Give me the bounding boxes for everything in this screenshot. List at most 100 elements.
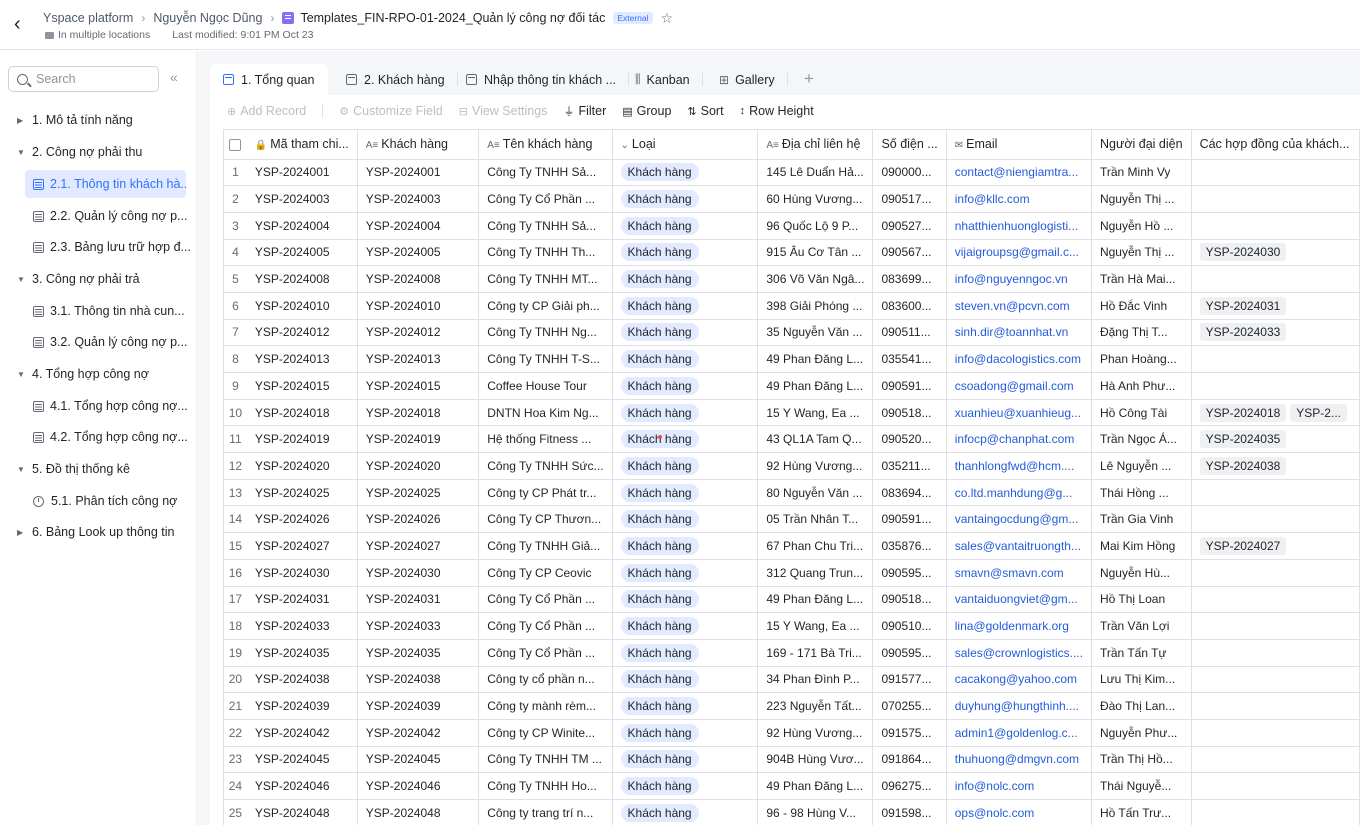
table-row[interactable]: 24 YSP-2024046 YSP-2024046 Công Ty TNHH Ho.… [224, 772, 1360, 800]
cell-ma-tham-chieu[interactable]: YSP-2024003 [246, 185, 358, 213]
row-number[interactable]: 6 [224, 292, 247, 320]
cell-khach-hang[interactable]: YSP-2024027 [357, 532, 480, 560]
cell-ten-khach-hang[interactable]: Công Ty TNHH Sả... [478, 212, 613, 240]
cell-loai[interactable]: Khách hàng [612, 532, 759, 560]
cell-khach-hang[interactable]: YSP-2024030 [357, 559, 480, 587]
cell-loai[interactable]: Khách hàng [612, 586, 759, 614]
cell-email[interactable]: csoadong@gmail.com [946, 372, 1092, 400]
table-row[interactable]: 14 YSP-2024026 YSP-2024026 Công Ty CP Thươn… [224, 505, 1360, 534]
cell-dia-chi[interactable]: 312 Quang Trun... [757, 559, 874, 587]
cell-nguoi-dai-dien[interactable]: Trần Minh Vy [1091, 159, 1192, 187]
row-number[interactable]: 8 [224, 345, 247, 373]
cell-hop-dong[interactable] [1191, 345, 1360, 373]
cell-ten-khach-hang[interactable]: Công Ty Cổ Phần ... [478, 185, 613, 213]
cell-loai[interactable]: Khách hàng [612, 212, 759, 240]
cell-ten-khach-hang[interactable]: Công Ty Cổ Phần ... [478, 586, 613, 614]
cell-loai[interactable]: Khách hàng [612, 159, 759, 187]
cell-ten-khach-hang[interactable]: Coffee House Tour [478, 372, 613, 400]
cell-nguoi-dai-dien[interactable]: Phan Hoàng... [1091, 345, 1192, 373]
cell-ten-khach-hang[interactable]: Công Ty CP Ceovic [478, 559, 613, 587]
cell-khach-hang[interactable]: YSP-2024015 [357, 372, 480, 400]
cell-loai[interactable]: Khách hàng [612, 639, 759, 667]
row-height-button[interactable]: ↕ Row Height [740, 104, 814, 118]
cell-ten-khach-hang[interactable]: Công Ty TNHH Sả... [478, 159, 613, 187]
cell-hop-dong[interactable] [1191, 505, 1360, 534]
cell-ma-tham-chieu[interactable]: YSP-2024001 [246, 159, 358, 187]
cell-ten-khach-hang[interactable]: Công Ty TNHH Th... [478, 239, 613, 267]
cell-khach-hang[interactable]: YSP-2024039 [357, 692, 480, 720]
cell-ten-khach-hang[interactable]: Công ty cổ phần n... [478, 666, 613, 694]
cell-khach-hang[interactable]: YSP-2024046 [357, 772, 480, 800]
cell-email[interactable]: contact@niengiamtra... [946, 159, 1092, 187]
contract-tag[interactable]: YSP-2024035 [1199, 430, 1287, 449]
cell-khach-hang[interactable]: YSP-2024001 [357, 159, 480, 187]
cell-email[interactable]: info@dacologistics.com [946, 345, 1092, 373]
cell-email[interactable]: smavn@smavn.com [946, 559, 1092, 587]
row-number[interactable]: 4 [224, 239, 247, 267]
cell-loai[interactable]: Khách hàng [612, 666, 759, 694]
cell-khach-hang[interactable]: YSP-2024035 [357, 639, 480, 667]
cell-nguoi-dai-dien[interactable]: Trần Thị Hồ... [1091, 746, 1192, 774]
cell-so-dien-thoai[interactable]: 083699... [872, 265, 947, 293]
star-icon[interactable]: ☆ [661, 10, 674, 27]
cell-hop-dong[interactable] [1191, 719, 1360, 747]
tab-kanban[interactable]: ⫼ Kanban [622, 64, 703, 95]
cell-dia-chi[interactable]: 398 Giải Phóng ... [757, 292, 874, 320]
table-row[interactable]: 5 YSP-2024008 YSP-2024008 Công Ty TNHH MT..… [224, 265, 1360, 293]
cell-hop-dong[interactable] [1191, 372, 1360, 400]
cell-email[interactable]: sales@vantaitruongth... [946, 532, 1092, 560]
cell-email[interactable]: duyhung@hungthinh.... [946, 692, 1092, 720]
cell-hop-dong[interactable] [1191, 265, 1360, 293]
cell-khach-hang[interactable]: YSP-2024025 [357, 479, 480, 507]
sidebar-item-cong-no-phai-tra[interactable]: ▼ 3. Công nợ phải trả [0, 265, 190, 293]
cell-loai[interactable]: Khách hàng [612, 799, 759, 825]
cell-email[interactable]: cacakong@yahoo.com [946, 666, 1092, 694]
cell-dia-chi[interactable]: 34 Phan Đình P... [757, 666, 874, 694]
cell-email[interactable]: admin1@goldenlog.c... [946, 719, 1092, 747]
cell-dia-chi[interactable]: 49 Phan Đăng L... [757, 345, 874, 373]
cell-so-dien-thoai[interactable]: 035876... [872, 532, 947, 560]
cell-ma-tham-chieu[interactable]: YSP-2024008 [246, 265, 358, 293]
cell-ten-khach-hang[interactable]: Công Ty Cổ Phần ... [478, 612, 613, 640]
table-row[interactable]: 11 YSP-2024019 YSP-2024019 Hệ thống Fitness… [224, 425, 1360, 454]
cell-loai[interactable]: Khách hàng [612, 425, 759, 454]
cell-so-dien-thoai[interactable]: 083600... [872, 292, 947, 320]
cell-dia-chi[interactable]: 43 QL1A Tam Q... [757, 425, 874, 454]
sidebar-item-bang-luu-tru-hop-dong[interactable]: 2.3. Bảng lưu trữ hợp đ... [0, 233, 190, 261]
row-number[interactable]: 10 [224, 399, 247, 427]
sidebar-item-tong-hop-cong-no-2[interactable]: 4.2. Tổng hợp công nợ... [0, 423, 190, 451]
cell-khach-hang[interactable]: YSP-2024004 [357, 212, 480, 240]
sort-button[interactable]: ⇅ Sort [687, 104, 723, 118]
cell-khach-hang[interactable]: YSP-2024045 [357, 746, 480, 774]
sidebar-item-cong-no-phai-thu[interactable]: ▼ 2. Công nợ phải thu [0, 138, 190, 166]
cell-nguoi-dai-dien[interactable]: Nguyễn Thị ... [1091, 185, 1192, 213]
cell-ma-tham-chieu[interactable]: YSP-2024031 [246, 586, 358, 614]
cell-hop-dong[interactable] [1191, 639, 1360, 667]
cell-hop-dong[interactable]: YSP-2024027 [1191, 532, 1360, 560]
table-row[interactable]: 3 YSP-2024004 YSP-2024004 Công Ty TNHH Sả..… [224, 212, 1360, 240]
cell-nguoi-dai-dien[interactable]: Lưu Thị Kim... [1091, 666, 1192, 694]
row-number[interactable]: 3 [224, 212, 247, 240]
cell-ten-khach-hang[interactable]: Công Ty TNHH MT... [478, 265, 613, 293]
cell-nguoi-dai-dien[interactable]: Hồ Đắc Vinh [1091, 292, 1192, 320]
cell-loai[interactable]: Khách hàng [612, 452, 759, 480]
cell-ma-tham-chieu[interactable]: YSP-2024035 [246, 639, 358, 667]
cell-ma-tham-chieu[interactable]: YSP-2024005 [246, 239, 358, 267]
customize-field-button[interactable]: ⚙ Customize Field [339, 104, 443, 118]
sidebar-item-quan-ly-cong-no-phai-thu[interactable]: 2.2. Quản lý công nợ p... [0, 202, 190, 230]
cell-khach-hang[interactable]: YSP-2024031 [357, 586, 480, 614]
cell-ten-khach-hang[interactable]: Công Ty CP Thươn... [478, 505, 613, 534]
table-row[interactable]: 16 YSP-2024030 YSP-2024030 Công Ty CP Ceovi… [224, 559, 1360, 587]
cell-dia-chi[interactable]: 306 Võ Văn Ngâ... [757, 265, 874, 293]
cell-dia-chi[interactable]: 60 Hùng Vương... [757, 185, 874, 213]
table-row[interactable]: 1 YSP-2024001 YSP-2024001 Công Ty TNHH Sả..… [224, 159, 1360, 187]
table-row[interactable]: 9 YSP-2024015 YSP-2024015 Coffee House Tour… [224, 372, 1360, 400]
cell-loai[interactable]: Khách hàng [612, 265, 759, 293]
cell-dia-chi[interactable]: 49 Phan Đăng L... [757, 586, 874, 614]
cell-nguoi-dai-dien[interactable]: Trần Hà Mai... [1091, 265, 1192, 293]
cell-loai[interactable]: Khách hàng [612, 559, 759, 587]
cell-so-dien-thoai[interactable]: 096275... [872, 772, 947, 800]
sidebar-item-mo-ta[interactable]: ▶ 1. Mô tả tính năng [0, 106, 190, 134]
cell-email[interactable]: nhatthienhuonglogisti... [946, 212, 1092, 240]
cell-hop-dong[interactable] [1191, 612, 1360, 640]
